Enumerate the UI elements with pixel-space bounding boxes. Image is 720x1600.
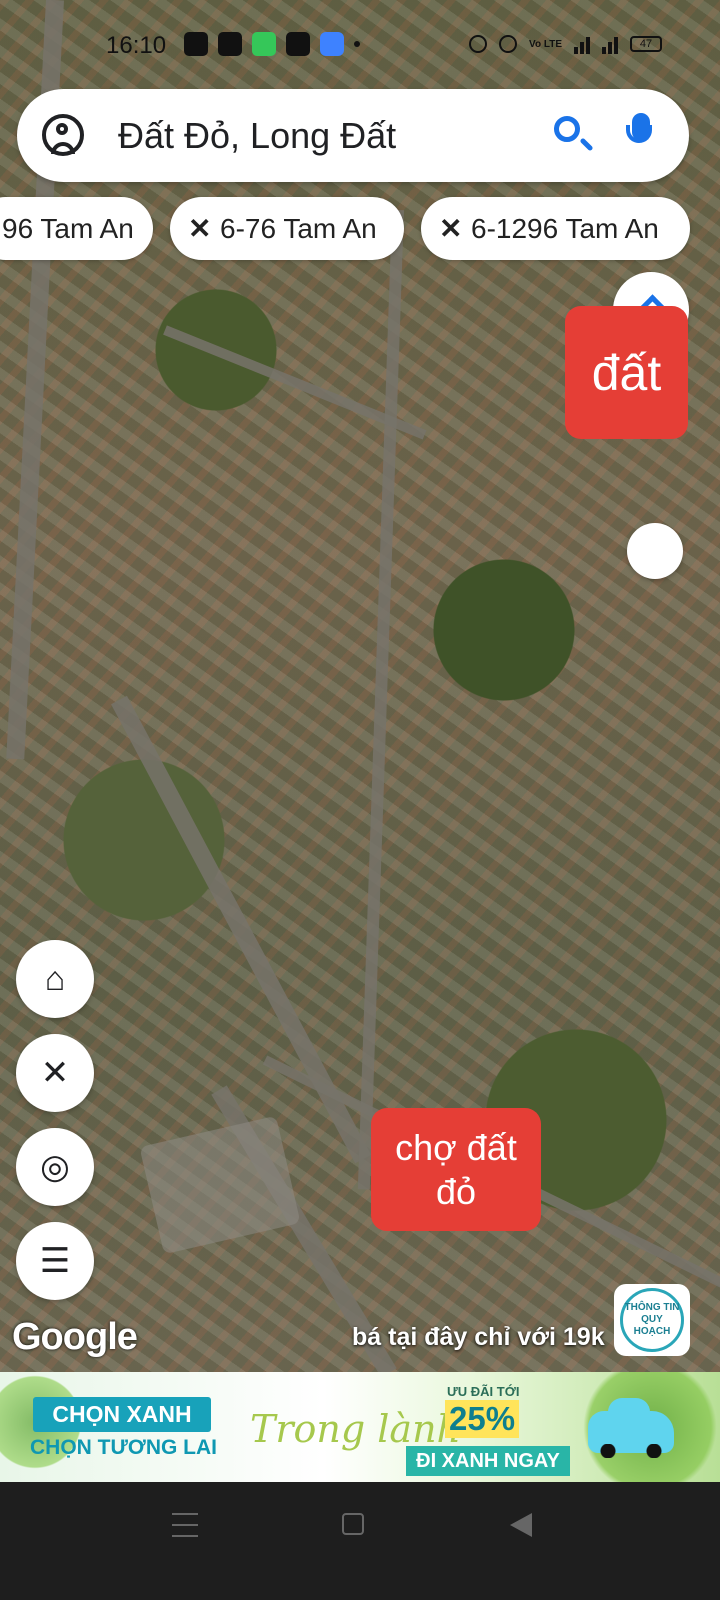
my-location-icon[interactable]: ◎ [16, 1128, 94, 1206]
compass-button[interactable] [627, 523, 683, 579]
account-icon[interactable] [42, 114, 84, 156]
banner-primary-text[interactable]: CHỌN XANH [33, 1397, 211, 1432]
measure-icon[interactable]: ✕ [16, 1034, 94, 1112]
volte-icon: Vo LTE [529, 38, 562, 50]
bao-moi-icon [286, 32, 310, 56]
play-icon [218, 32, 242, 56]
chip-label: 6-1296 Tam An [471, 213, 659, 244]
location-icon [469, 35, 488, 53]
home-icon[interactable] [342, 1513, 364, 1535]
status-bar: 16:10 Vo LTE 47 [0, 0, 720, 90]
system-status-icons: Vo LTE 47 [469, 34, 662, 54]
android-navigation-bar [0, 1482, 720, 1600]
chip-label: 6-76 Tam An [220, 213, 377, 244]
signal-icon [574, 34, 590, 54]
dot-icon [354, 41, 360, 47]
green-app-icon [252, 32, 276, 56]
chip-96-tam-an[interactable]: 96 Tam An [0, 197, 153, 260]
back-icon[interactable] [510, 1513, 532, 1537]
planning-info-button[interactable]: THÔNG TIN QUY HOẠCH [614, 1284, 690, 1356]
chip-6-1296-tam-an[interactable]: ✕ 6-1296 Tam An [421, 197, 690, 260]
search-icon[interactable] [554, 116, 580, 142]
google-logo: Google [12, 1316, 138, 1358]
search-query[interactable]: Đất Đỏ, Long Đất [118, 115, 396, 157]
banner-offer-value: 25% [445, 1400, 520, 1438]
banner-script-text: Trong lành [250, 1407, 462, 1451]
wifi-icon [499, 35, 518, 53]
top-red-label[interactable]: đất [565, 306, 688, 439]
chip-6-76-tam-an[interactable]: ✕ 6-76 Tam An [170, 197, 404, 260]
signal-icon-2 [602, 34, 618, 54]
banner-cta-button[interactable]: ĐI XANH NGAY [406, 1446, 570, 1476]
bottom-red-label[interactable]: chợ đất đỏ [371, 1108, 541, 1231]
banner-offer-label: ƯU ĐÃI TỚI [447, 1384, 520, 1399]
menu-icon[interactable]: ☰ [16, 1222, 94, 1300]
notification-icons [184, 32, 360, 56]
menu-icon[interactable] [172, 1513, 198, 1537]
map-ad-text[interactable]: bá tại đây chỉ với 19k [352, 1323, 605, 1352]
chip-label: 96 Tam An [2, 213, 134, 244]
mic-icon[interactable] [626, 113, 652, 143]
blue-app-icon [320, 32, 344, 56]
camera-plus-icon[interactable]: ⌂ [16, 940, 94, 1018]
electric-car-image [588, 1398, 674, 1458]
measure-icon: ✕ [439, 213, 463, 244]
status-time: 16:10 [106, 32, 167, 59]
messenger-icon [184, 32, 208, 56]
planning-info-badge: THÔNG TIN QUY HOẠCH [620, 1288, 684, 1352]
battery-icon: 47 [630, 36, 662, 52]
measure-icon: ✕ [188, 213, 212, 244]
banner-secondary-text[interactable]: CHỌN TƯƠNG LAI [30, 1436, 217, 1460]
